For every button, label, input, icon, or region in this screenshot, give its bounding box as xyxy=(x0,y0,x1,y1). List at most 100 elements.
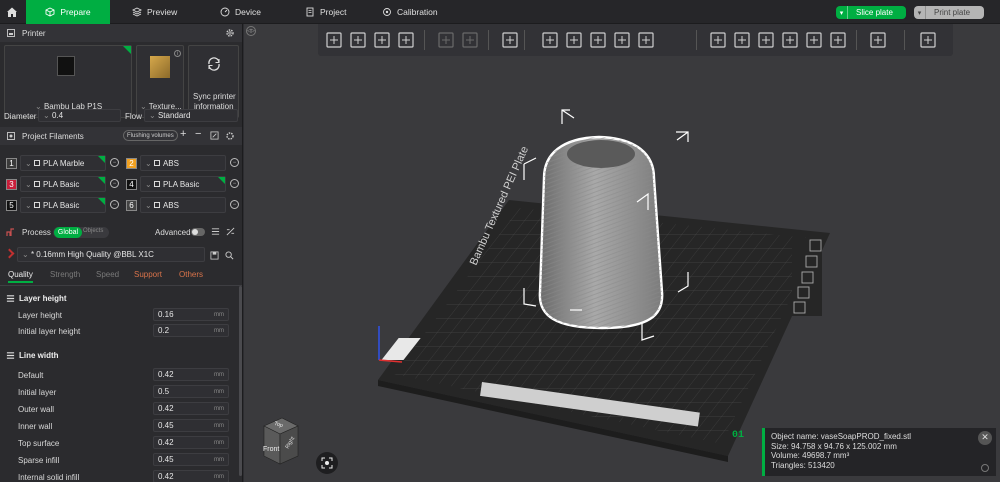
line-width-input[interactable]: 0.5 mm xyxy=(153,385,229,398)
arrange-icon[interactable] xyxy=(396,30,416,50)
list-icon[interactable] xyxy=(211,227,220,236)
line-width-input[interactable]: 0.42 mm xyxy=(153,470,229,482)
cut-icon[interactable] xyxy=(636,30,656,50)
filament-options-icon[interactable]: − xyxy=(230,200,239,209)
filament-item[interactable]: 4 ⌄ PLA Basic − xyxy=(126,176,239,192)
sidebar-scrollbar[interactable] xyxy=(239,286,242,476)
tab-calibration[interactable]: Calibration xyxy=(382,0,438,24)
measure-icon[interactable] xyxy=(804,30,824,50)
filament-select[interactable]: ⌄ PLA Basic xyxy=(140,176,226,192)
printer-selector[interactable]: ⌄ Bambu Lab P1S xyxy=(4,45,132,118)
process-tabs: Quality Strength Speed Support Others xyxy=(0,270,242,284)
add-plate-icon[interactable] xyxy=(348,30,368,50)
assemble-icon[interactable] xyxy=(828,30,848,50)
move-icon[interactable] xyxy=(540,30,560,50)
tab-project[interactable]: Project xyxy=(305,0,346,24)
chevron-down-icon: ⌄ xyxy=(22,250,31,259)
layers-editing-icon[interactable] xyxy=(500,30,520,50)
filament-options-icon[interactable]: − xyxy=(230,158,239,167)
tab-prepare[interactable]: Prepare xyxy=(26,0,110,24)
flushing-volumes-button[interactable]: Flushing volumes xyxy=(123,130,178,141)
search-icon[interactable] xyxy=(225,251,234,260)
compare-icon[interactable] xyxy=(226,227,235,236)
info-icon[interactable]: i xyxy=(174,50,181,57)
filament-options-icon[interactable]: − xyxy=(230,179,239,188)
process-preset-select[interactable]: ⌄ * 0.16mm High Quality @BBL X1C xyxy=(17,247,205,262)
filament-item[interactable]: 6 ⌄ ABS − xyxy=(126,197,239,213)
flow-select[interactable]: ⌄ Standard xyxy=(144,109,238,122)
view-plate-icon[interactable] xyxy=(918,30,938,50)
fit-view-button[interactable] xyxy=(316,452,338,474)
lay-on-face-icon[interactable] xyxy=(612,30,632,50)
filament-options-icon[interactable]: − xyxy=(110,179,119,188)
filament-select[interactable]: ⌄ PLA Marble xyxy=(20,155,106,171)
filament-number[interactable]: 3 xyxy=(6,178,17,190)
print-plate-button[interactable]: ▾ Print plate xyxy=(914,6,984,19)
tab-speed[interactable]: Speed xyxy=(96,270,119,279)
layer-height-input[interactable]: 0.16 mm xyxy=(153,308,229,321)
save-icon[interactable] xyxy=(210,251,219,260)
initial-layer-height-input[interactable]: 0.2 mm xyxy=(153,324,229,337)
orient-icon[interactable] xyxy=(372,30,392,50)
add-icon[interactable]: + xyxy=(180,128,186,140)
seam-paint-icon[interactable] xyxy=(732,30,752,50)
rotate-icon[interactable] xyxy=(564,30,584,50)
plate-type-selector[interactable]: i ⌄ Texture... xyxy=(136,45,184,118)
line-width-input[interactable]: 0.42 mm xyxy=(153,436,229,449)
filament-options-icon[interactable]: − xyxy=(110,158,119,167)
brim-ears-icon[interactable] xyxy=(868,30,888,50)
global-option[interactable]: Global xyxy=(54,227,82,238)
line-width-group: Line width xyxy=(6,351,59,360)
filament-number[interactable]: 2 xyxy=(126,157,137,169)
line-width-input[interactable]: 0.42 mm xyxy=(153,368,229,381)
panel-settings-icon[interactable] xyxy=(981,464,989,472)
tab-others[interactable]: Others xyxy=(179,270,203,279)
slice-plate-button[interactable]: ▾ Slice plate xyxy=(836,6,906,19)
gear-icon[interactable] xyxy=(225,28,235,38)
filament-type-icon xyxy=(153,181,160,187)
filament-options-icon[interactable]: − xyxy=(110,200,119,209)
filament-select[interactable]: ⌄ PLA Basic xyxy=(20,197,106,213)
chevron-down-icon[interactable]: ▾ xyxy=(836,6,848,19)
filament-item[interactable]: 2 ⌄ ABS − xyxy=(126,155,239,171)
filament-item[interactable]: 3 ⌄ PLA Basic − xyxy=(6,176,119,192)
top-bar: Prepare Preview Device Project Calibrati… xyxy=(0,0,1000,24)
edit-icon[interactable] xyxy=(210,131,219,140)
line-width-input[interactable]: 0.45 mm xyxy=(153,419,229,432)
filament-number[interactable]: 4 xyxy=(126,178,137,190)
split-parts-icon[interactable] xyxy=(460,30,480,50)
gear-icon[interactable] xyxy=(225,131,235,141)
filament-number[interactable]: 5 xyxy=(6,199,17,211)
objects-option[interactable]: Objects xyxy=(83,228,103,234)
filament-select[interactable]: ⌄ ABS xyxy=(140,155,226,171)
filament-item[interactable]: 1 ⌄ PLA Marble − xyxy=(6,155,119,171)
scale-icon[interactable] xyxy=(588,30,608,50)
3d-viewport[interactable]: Bambu Textured PEI Plate 01 Top Front Ri… xyxy=(244,24,1000,482)
tab-support[interactable]: Support xyxy=(134,270,162,279)
diameter-select[interactable]: ⌄ 0.4 xyxy=(38,109,121,122)
tab-device[interactable]: Device xyxy=(220,0,261,24)
color-paint-icon[interactable] xyxy=(780,30,800,50)
tab-quality[interactable]: Quality xyxy=(8,270,33,283)
filament-number[interactable]: 6 xyxy=(126,199,137,211)
home-icon[interactable] xyxy=(0,0,24,24)
split-objects-icon[interactable] xyxy=(436,30,456,50)
tab-strength[interactable]: Strength xyxy=(50,270,80,279)
filament-item[interactable]: 5 ⌄ PLA Basic − xyxy=(6,197,119,213)
line-width-input[interactable]: 0.45 mm xyxy=(153,453,229,466)
filament-select[interactable]: ⌄ PLA Basic xyxy=(20,176,106,192)
view-cube[interactable]: Top Front Right xyxy=(262,416,300,466)
text-icon[interactable] xyxy=(756,30,776,50)
chevron-down-icon[interactable]: ▾ xyxy=(914,6,926,19)
filament-number[interactable]: 1 xyxy=(6,157,17,169)
minus-icon[interactable]: − xyxy=(195,128,201,140)
line-width-input[interactable]: 0.42 mm xyxy=(153,402,229,415)
filament-select[interactable]: ⌄ ABS xyxy=(140,197,226,213)
sync-printer-button[interactable]: Sync printer information xyxy=(188,45,239,118)
advanced-toggle[interactable] xyxy=(191,228,205,236)
collapse-sidebar-icon[interactable]: ◁▷ xyxy=(246,26,256,36)
close-icon[interactable]: ✕ xyxy=(978,431,992,445)
add-object-icon[interactable] xyxy=(324,30,344,50)
support-paint-icon[interactable] xyxy=(708,30,728,50)
tab-preview[interactable]: Preview xyxy=(132,0,177,24)
